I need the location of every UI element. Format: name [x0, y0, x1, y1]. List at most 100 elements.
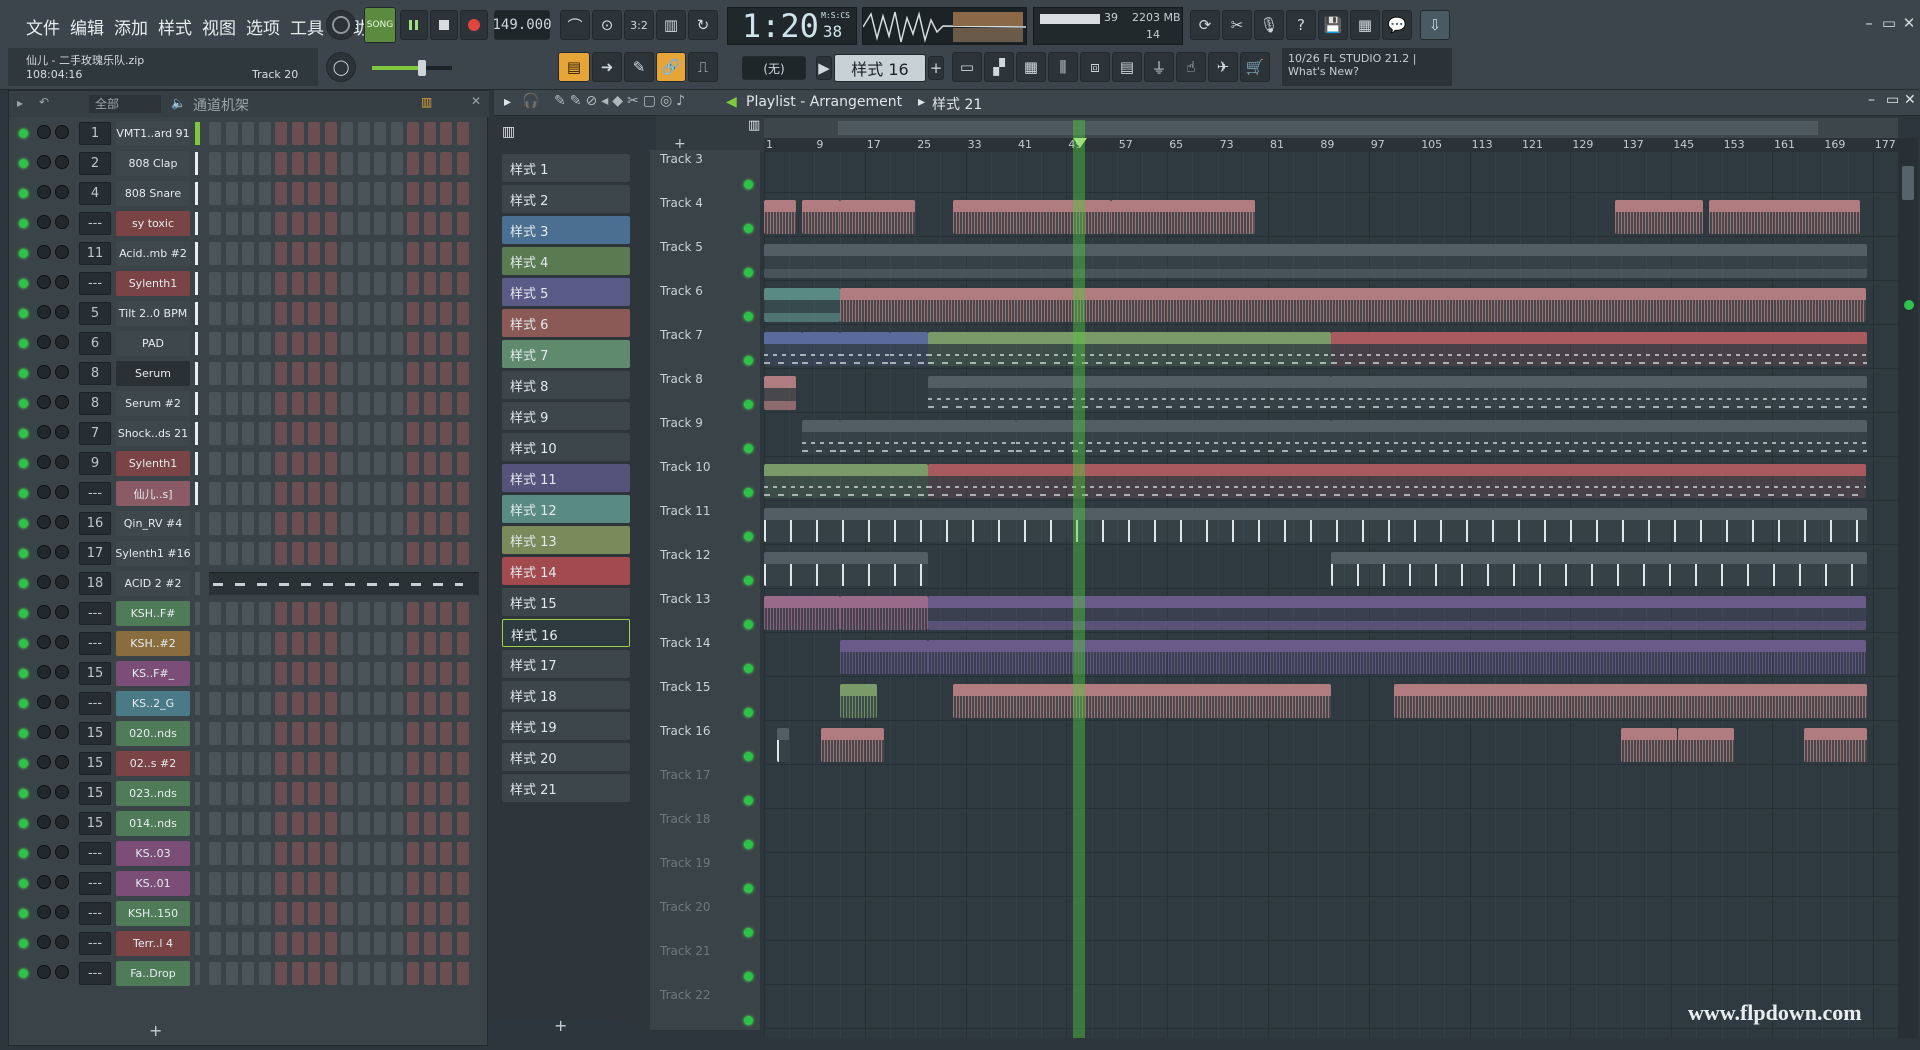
step[interactable]	[209, 332, 221, 355]
menu-options[interactable]: 选项	[244, 14, 282, 39]
channel-mixer-track[interactable]: 15	[79, 782, 111, 805]
track-name[interactable]: Track 10	[660, 460, 710, 474]
channel-select[interactable]	[195, 752, 200, 775]
step[interactable]	[308, 812, 320, 835]
step[interactable]	[291, 842, 304, 865]
step[interactable]	[324, 872, 337, 895]
step[interactable]	[242, 422, 254, 445]
step[interactable]	[341, 242, 353, 265]
step[interactable]	[374, 632, 386, 655]
step[interactable]	[209, 902, 221, 925]
step[interactable]	[440, 152, 452, 175]
step[interactable]	[440, 362, 452, 385]
step[interactable]	[390, 212, 403, 235]
channel-name[interactable]: Serum	[116, 361, 190, 386]
step[interactable]	[440, 662, 452, 685]
pattern-item[interactable]: 样式 10	[502, 433, 630, 461]
channel-pan-knob[interactable]	[37, 815, 51, 829]
step[interactable]	[390, 782, 403, 805]
step[interactable]	[357, 692, 370, 715]
step[interactable]	[275, 242, 287, 265]
step[interactable]	[324, 122, 337, 145]
step[interactable]	[324, 452, 337, 475]
channel-select[interactable]	[195, 722, 200, 745]
channel-mute-led[interactable]	[19, 909, 28, 918]
step[interactable]	[423, 302, 436, 325]
track-active-led[interactable]	[744, 312, 753, 321]
step[interactable]	[209, 452, 221, 475]
step[interactable]	[423, 812, 436, 835]
step[interactable]	[225, 812, 238, 835]
playlist-clip[interactable]	[927, 376, 1331, 410]
save-icon[interactable]: 💾	[1318, 10, 1348, 40]
step[interactable]	[209, 722, 221, 745]
step[interactable]	[456, 122, 469, 145]
track-name[interactable]: Track 14	[660, 636, 710, 650]
channel-select[interactable]	[195, 302, 198, 325]
pattern-item[interactable]: 样式 1	[502, 154, 630, 182]
track-active-led[interactable]	[744, 400, 753, 409]
menu-patterns[interactable]: 样式	[156, 14, 194, 39]
step[interactable]	[423, 182, 436, 205]
step[interactable]	[390, 182, 403, 205]
step[interactable]	[209, 962, 221, 985]
step[interactable]	[275, 392, 287, 415]
step[interactable]	[225, 602, 238, 625]
channel-name[interactable]: KS..01	[116, 871, 190, 896]
step[interactable]	[357, 812, 370, 835]
playlist-clip[interactable]: KS..03	[1677, 728, 1735, 762]
step[interactable]	[324, 482, 337, 505]
step[interactable]	[423, 932, 436, 955]
step[interactable]	[242, 782, 254, 805]
step[interactable]	[291, 392, 304, 415]
step[interactable]	[209, 392, 221, 415]
download-icon[interactable]: ⇩	[1420, 10, 1450, 40]
channel-select[interactable]	[195, 902, 200, 925]
step[interactable]	[324, 212, 337, 235]
playlist-button[interactable]: ▤	[558, 52, 590, 82]
channel-mixer-track[interactable]: ---	[79, 962, 111, 985]
step[interactable]	[225, 482, 238, 505]
step[interactable]	[308, 542, 320, 565]
step[interactable]	[374, 182, 386, 205]
channel-pan-knob[interactable]	[37, 785, 51, 799]
pattern-prev-icon[interactable]: ▶	[816, 56, 832, 80]
step[interactable]	[291, 182, 304, 205]
step[interactable]	[456, 512, 469, 535]
channel-row[interactable]: --- KS..01	[9, 869, 479, 899]
step[interactable]	[275, 182, 287, 205]
step[interactable]	[357, 332, 370, 355]
step[interactable]	[258, 452, 271, 475]
step[interactable]	[440, 842, 452, 865]
step[interactable]	[324, 242, 337, 265]
playlist-clip[interactable]: 样式 3	[890, 332, 928, 366]
step[interactable]	[456, 932, 469, 955]
channel-select[interactable]	[195, 362, 198, 385]
step[interactable]	[258, 482, 271, 505]
step[interactable]	[456, 242, 469, 265]
playlist-clip[interactable]: Bui..aps	[839, 684, 878, 718]
channel-select[interactable]	[195, 572, 200, 595]
step[interactable]	[225, 452, 238, 475]
step[interactable]	[242, 512, 254, 535]
vertical-scrollbar[interactable]	[1898, 138, 1918, 1038]
step[interactable]	[275, 332, 287, 355]
channel-pan-knob[interactable]	[37, 725, 51, 739]
step[interactable]	[308, 392, 320, 415]
track-name[interactable]: Track 3	[660, 152, 703, 166]
step[interactable]	[440, 692, 452, 715]
step[interactable]	[258, 872, 271, 895]
step[interactable]	[242, 842, 254, 865]
step[interactable]	[242, 722, 254, 745]
step[interactable]	[324, 962, 337, 985]
tag-icon[interactable]: ✈	[1208, 52, 1238, 82]
channel-pan-knob[interactable]	[37, 335, 51, 349]
step[interactable]	[209, 362, 221, 385]
step[interactable]	[456, 722, 469, 745]
step[interactable]	[258, 812, 271, 835]
channel-select[interactable]	[195, 662, 200, 685]
step[interactable]	[258, 692, 271, 715]
channel-name[interactable]: Shock..ds 21	[116, 421, 190, 446]
step[interactable]	[390, 602, 403, 625]
track-name[interactable]: Track 8	[660, 372, 703, 386]
